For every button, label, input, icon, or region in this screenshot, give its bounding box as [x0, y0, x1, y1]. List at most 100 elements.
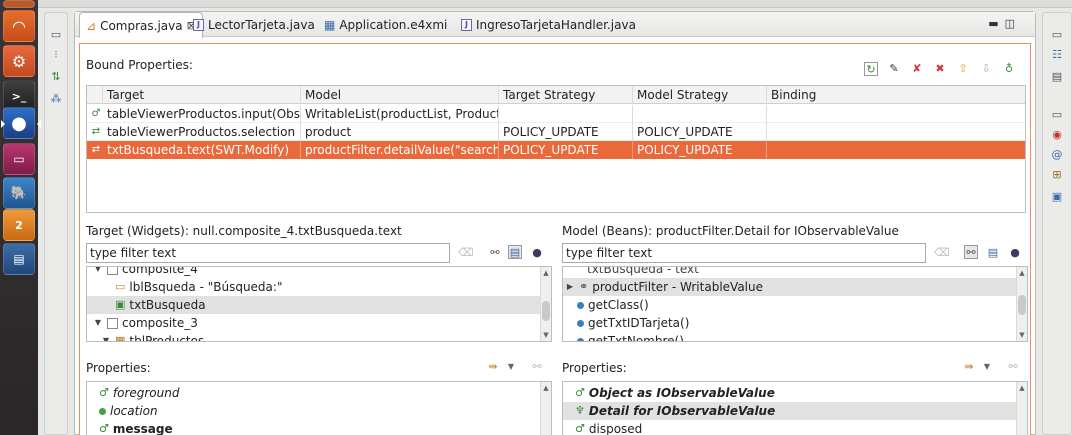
method-icon — [577, 319, 584, 327]
outline-icon[interactable]: ⇅ — [50, 71, 62, 83]
clear-filter-icon[interactable]: ⌫ — [458, 246, 474, 260]
tree-item[interactable]: txtBusqueda - text — [587, 267, 699, 278]
javadoc-icon[interactable]: @ — [1051, 149, 1063, 161]
tab-compras[interactable]: ⊿ Compras.java ⊠ — [79, 12, 203, 38]
table-icon: ▦ — [115, 334, 126, 342]
tab-application-e4xmi[interactable]: ▦ Application.e4xmi — [318, 12, 453, 37]
tree-item[interactable]: getTxtIDTarjeta() — [577, 314, 689, 332]
properties-view-icon[interactable]: ▤ — [986, 246, 1000, 260]
ubuntu-home-icon[interactable]: ◠ — [3, 10, 35, 42]
hierarchy-icon[interactable]: ⁝ — [50, 49, 62, 61]
workspace-icon[interactable]: ▭ — [3, 143, 35, 175]
console-icon[interactable]: ▣ — [1051, 191, 1063, 203]
bean-icon[interactable]: ● — [1008, 246, 1022, 260]
maximize-icon[interactable]: ◫ — [1005, 17, 1021, 30]
table-row-selected[interactable]: ⇄ txtBusqueda.text(SWT.Modify) productFi… — [87, 141, 1025, 159]
property-item[interactable]: ♂ disposed — [575, 420, 642, 435]
property-filter-icon[interactable]: ⇛ — [962, 360, 976, 374]
target-filter-input[interactable]: type filter text — [86, 243, 450, 263]
left-properties-scrollbar[interactable]: ▲ — [540, 382, 551, 435]
column-model[interactable]: Model — [301, 86, 499, 104]
column-target[interactable]: Target — [103, 86, 301, 104]
cell-target: txtBusqueda.text(SWT.Modify) — [103, 141, 301, 159]
dropdown-icon[interactable]: ▼ — [980, 360, 994, 374]
bean-icon[interactable]: ● — [530, 246, 544, 260]
binding-mode-icon[interactable]: ⚯ — [964, 245, 978, 259]
tree-item[interactable]: getClass() — [577, 296, 649, 314]
move-down-icon[interactable]: ⇩ — [979, 62, 993, 76]
tree-item-selected[interactable]: ▶ ⚭ productFilter - WritableValue — [563, 278, 1017, 296]
cell-model: WritableList(productList, Producto.class… — [301, 105, 499, 123]
restore-icon-right-2[interactable]: ▭ — [1051, 109, 1063, 121]
delete-all-bindings-icon[interactable]: ✖ — [933, 62, 947, 76]
binding-mode-icon[interactable]: ⚯ — [488, 246, 502, 260]
restore-icon[interactable]: ▭ — [50, 29, 62, 41]
tree-item-selected[interactable]: ▣ txtBusqueda — [87, 296, 541, 314]
table-row[interactable]: ♂ tableViewerProductos.input(ObservableL… — [87, 105, 1025, 123]
edit-binding-icon[interactable]: ✎ — [887, 62, 901, 76]
composite-icon — [107, 267, 118, 275]
binding-props-icon[interactable]: ⚯ — [530, 360, 544, 374]
tree-item[interactable]: getTxtNombre() — [577, 332, 684, 341]
right-properties-scrollbar[interactable]: ▲ — [1016, 382, 1027, 435]
property-item[interactable]: location — [99, 402, 158, 420]
bound-properties-toolbar: ↻ ✎ ✘ ✖ ⇧ ⇩ ♁ — [864, 62, 1016, 76]
tree-item[interactable]: ▼ composite_4 — [93, 267, 198, 278]
tab-ingresotarjetahandler[interactable]: J IngresoTarjetaHandler.java — [455, 12, 642, 37]
scroll-up-icon[interactable]: ▲ — [542, 269, 550, 277]
refresh-icon[interactable]: ↻ — [864, 62, 878, 76]
property-item[interactable]: ♂ Object as IObservableValue — [575, 384, 775, 402]
tab-label: LectorTarjeta.java — [208, 17, 315, 32]
scroll-down-icon[interactable]: ▼ — [542, 331, 550, 339]
scroll-thumb[interactable] — [1018, 295, 1026, 315]
bindings-form: Bound Properties: ↻ ✎ ✘ ✖ ⇧ ⇩ ♁ Target M… — [79, 43, 1031, 435]
scroll-thumb[interactable] — [542, 301, 550, 321]
column-target-strategy[interactable]: Target Strategy — [499, 86, 633, 104]
clear-filter-icon[interactable]: ⌫ — [934, 246, 950, 260]
scroll-down-icon[interactable]: ▼ — [1018, 331, 1026, 339]
navigator-icon[interactable]: ⁂ — [50, 93, 62, 105]
binding-icon: ⇄ — [91, 144, 101, 155]
eclipse-icon[interactable]: ● — [1, 107, 41, 139]
move-up-icon[interactable]: ⇧ — [956, 62, 970, 76]
column-model-strategy[interactable]: Model Strategy — [633, 86, 767, 104]
auto-binding-icon[interactable]: ♁ — [1002, 62, 1016, 76]
property-item-selected[interactable]: ♆ Detail for IObservableValue — [563, 402, 1017, 420]
dropdown-icon[interactable]: ▼ — [504, 360, 518, 374]
table-row[interactable]: ⇄ tableViewerProductos.selection product… — [87, 123, 1025, 141]
cell-model-strategy: POLICY_UPDATE — [633, 123, 767, 141]
restore-icon-right[interactable]: ▭ — [1051, 29, 1063, 41]
target-widgets-title: Target (Widgets): null.composite_4.txtBu… — [86, 224, 402, 238]
binding-props-icon[interactable]: ⚯ — [1006, 360, 1020, 374]
settings-icon[interactable]: ⚙ — [3, 45, 35, 77]
property-item[interactable]: ♂ message — [99, 420, 173, 435]
editor-window-controls[interactable]: ▬◫ — [988, 17, 1021, 30]
tab-lectortarjeta[interactable]: J LectorTarjeta.java — [187, 12, 321, 37]
update-icon[interactable]: 2 — [3, 209, 35, 241]
property-icon — [99, 407, 106, 415]
declaration-icon[interactable]: ⊞ — [1051, 169, 1063, 181]
model-tree-scrollbar[interactable]: ▲ ▼ — [1016, 267, 1027, 341]
binding-icon: ♂ — [91, 108, 101, 119]
delete-binding-icon[interactable]: ✘ — [910, 62, 924, 76]
window-icon[interactable]: ▤ — [3, 243, 35, 275]
scroll-up-icon[interactable]: ▲ — [542, 384, 550, 392]
problems-icon[interactable]: ◉ — [1051, 129, 1063, 141]
property-filter-icon[interactable]: ⇛ — [486, 360, 500, 374]
properties-view-icon[interactable]: ▤ — [508, 245, 522, 259]
minimize-icon[interactable]: ▬ — [988, 17, 1004, 30]
column-binding[interactable]: Binding — [767, 86, 1025, 104]
tree-item[interactable]: ▼ composite_3 — [93, 314, 198, 332]
tree-item[interactable]: ▼ ▦ tblProductos — [101, 332, 204, 342]
cell-binding — [767, 123, 1025, 141]
scroll-up-icon[interactable]: ▲ — [1018, 269, 1026, 277]
tree-item[interactable]: ▭ lblBsqueda - "Búsqueda:" — [115, 278, 282, 296]
task-list-icon[interactable]: ▤ — [1051, 71, 1063, 83]
property-item[interactable]: ♂ foreground — [99, 384, 179, 402]
launcher-top-icon[interactable] — [3, 0, 35, 8]
model-filter-input[interactable]: type filter text — [562, 243, 926, 263]
scroll-up-icon[interactable]: ▲ — [1018, 384, 1026, 392]
pgadmin-icon[interactable]: 🐘 — [3, 177, 35, 209]
outline-view-icon[interactable]: ☷ — [1051, 49, 1063, 61]
target-tree-scrollbar[interactable]: ▲ ▼ — [540, 267, 551, 341]
